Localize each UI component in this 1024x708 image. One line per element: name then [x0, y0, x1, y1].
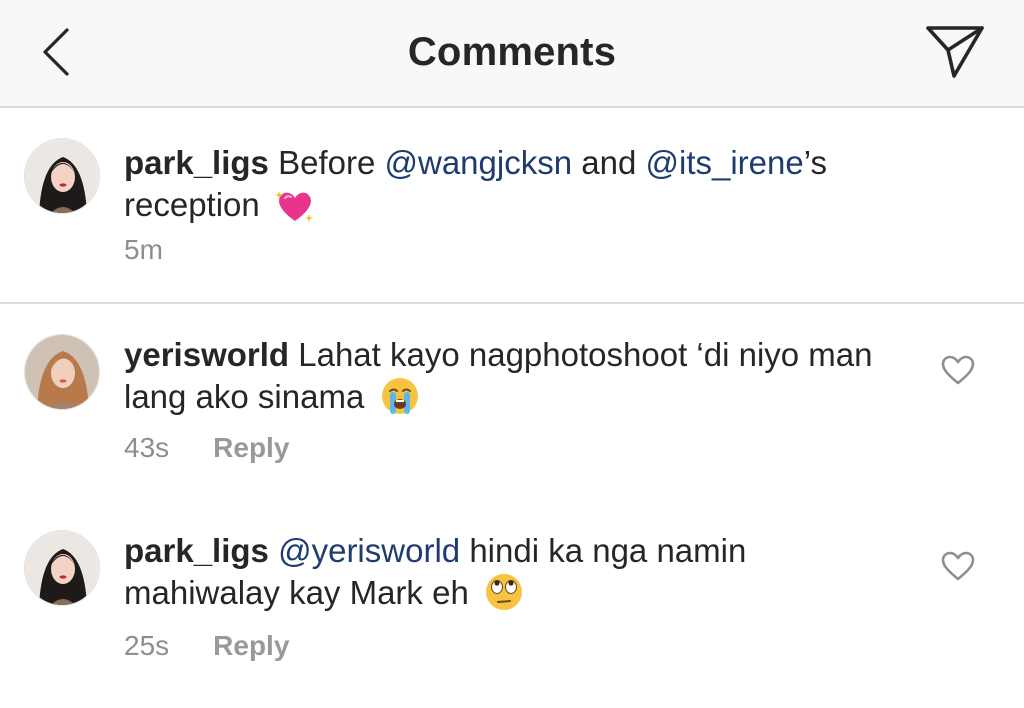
comment-meta: 43s Reply — [124, 432, 289, 464]
comment-meta: 25s Reply — [124, 630, 289, 662]
mention-link[interactable]: @wangjcksn — [385, 144, 573, 181]
avatar[interactable] — [24, 530, 100, 606]
comment-text: yerisworld Lahat kayo nagphotoshoot ‘di … — [124, 334, 904, 426]
post-caption: park_ligs Before @wangjcksn and @its_ire… — [0, 108, 1024, 304]
caption-text-before: Before — [278, 144, 376, 181]
sparkling-heart-emoji — [274, 188, 315, 234]
avatar[interactable] — [24, 334, 100, 410]
caption-meta: 5m — [124, 234, 163, 266]
loudly-crying-face-emoji — [380, 376, 420, 426]
mention-link[interactable]: @yerisworld — [278, 532, 460, 569]
comments-screen: Comments park_ligs Before @wangjcksn and… — [0, 0, 1024, 708]
comment-text: park_ligs @yerisworld hindi ka nga namin… — [124, 530, 904, 622]
paper-plane-icon — [925, 24, 985, 85]
reply-button[interactable]: Reply — [213, 630, 289, 661]
timestamp: 25s — [124, 630, 170, 661]
header-bar: Comments — [0, 0, 1024, 108]
avatar[interactable] — [24, 138, 100, 214]
page-title: Comments — [407, 30, 617, 74]
reply-button[interactable]: Reply — [213, 432, 289, 463]
timestamp: 5m — [124, 234, 163, 265]
share-button[interactable] — [924, 24, 986, 84]
heart-outline-icon — [941, 551, 975, 586]
like-button[interactable] — [940, 550, 976, 586]
mention-link[interactable]: @its_irene — [645, 144, 803, 181]
caption-text: park_ligs Before @wangjcksn and @its_ire… — [124, 142, 904, 234]
like-button[interactable] — [940, 354, 976, 390]
comment-username[interactable]: park_ligs — [124, 532, 269, 569]
caption-text-and: and — [581, 144, 637, 181]
caption-username[interactable]: park_ligs — [124, 144, 269, 181]
heart-outline-icon — [941, 355, 975, 390]
comment-username[interactable]: yerisworld — [124, 336, 289, 373]
timestamp: 43s — [124, 432, 170, 463]
face-with-rolling-eyes-emoji — [484, 572, 524, 622]
